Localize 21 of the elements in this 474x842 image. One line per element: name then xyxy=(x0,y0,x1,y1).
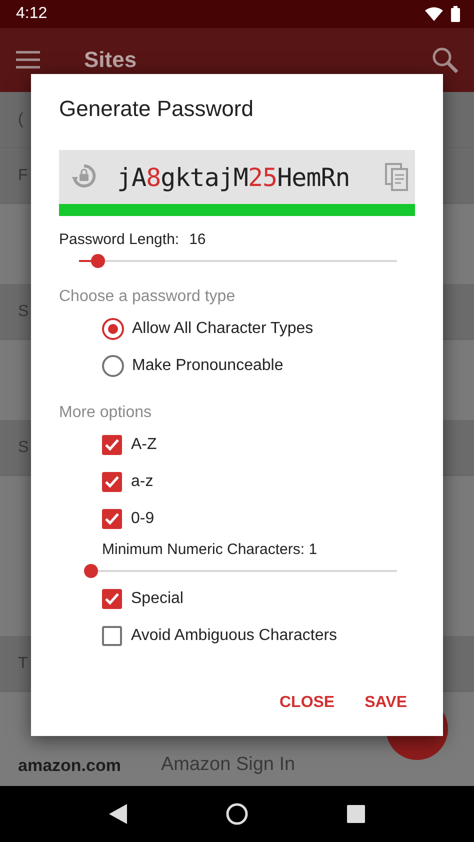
recents-icon[interactable] xyxy=(346,805,365,823)
site-logo: amazon.com xyxy=(18,756,121,776)
home-icon[interactable] xyxy=(226,803,248,825)
slider-label: Minimum Numeric Characters: 1 xyxy=(102,541,318,558)
length-label: Password Length: xyxy=(59,231,180,248)
section-heading: Choose a password type xyxy=(59,288,236,306)
battery-icon xyxy=(451,6,460,22)
password-text: jA8gktajM25HemRn xyxy=(117,162,351,192)
checkbox-option[interactable]: 0-9 xyxy=(102,500,154,537)
section-heading: More options xyxy=(59,404,152,422)
radio-option[interactable]: Make Pronounceable xyxy=(102,347,284,384)
dialog-title: Generate Password xyxy=(59,96,254,122)
menu-icon[interactable] xyxy=(16,51,40,69)
wifi-icon xyxy=(425,7,443,21)
back-icon[interactable] xyxy=(109,804,128,824)
length-value: 16 xyxy=(189,231,206,248)
checkbox-option[interactable]: A-Z xyxy=(102,426,157,463)
status-time: 4:12 xyxy=(16,5,48,23)
app-title: Sites xyxy=(84,47,138,73)
search-icon[interactable] xyxy=(432,47,458,73)
checkbox-option[interactable]: Special xyxy=(102,580,184,617)
